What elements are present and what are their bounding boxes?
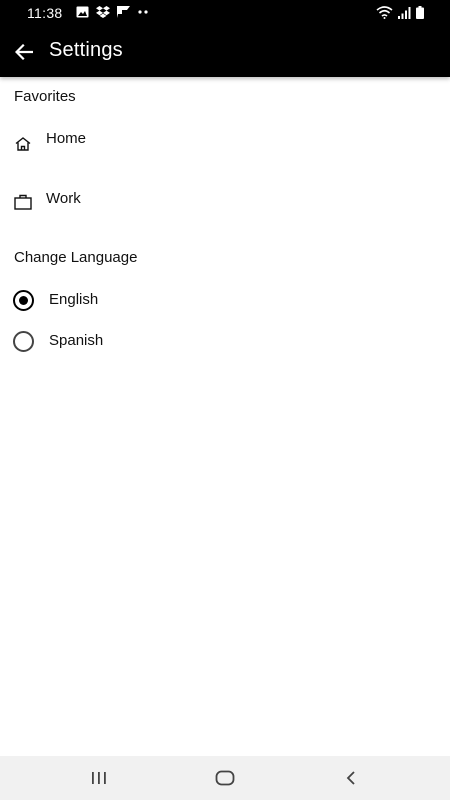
favorite-label-work: Work [46, 190, 81, 207]
recent-apps-icon [92, 772, 106, 784]
system-icons [376, 6, 424, 19]
system-navigation-bar [0, 756, 450, 800]
notification-icons [76, 6, 149, 18]
signal-icon [398, 6, 411, 19]
favorite-item-work[interactable]: Work [0, 180, 450, 224]
language-label-spanish: Spanish [49, 332, 104, 349]
dropbox-icon [96, 6, 110, 18]
radio-dot [19, 296, 28, 305]
favorite-item-home[interactable]: Home [0, 120, 450, 164]
language-option-english[interactable]: English [0, 282, 450, 318]
briefcase-icon [14, 194, 32, 210]
home-button[interactable] [210, 766, 240, 790]
arrow-back-icon [15, 44, 33, 60]
wifi-icon [376, 6, 393, 19]
favorite-label-home: Home [46, 130, 87, 147]
flipboard-icon [117, 6, 130, 18]
status-bar: 11:38 [0, 0, 450, 26]
back-button[interactable] [11, 39, 37, 65]
nav-back-button[interactable] [336, 766, 366, 790]
home-icon [15, 137, 31, 151]
status-time: 11:38 [27, 5, 63, 21]
battery-icon [416, 6, 424, 19]
language-section-title: Change Language [14, 249, 138, 266]
page-title: Settings [49, 39, 123, 61]
app-bar: Settings [0, 26, 450, 77]
gallery-icon [76, 6, 89, 18]
radio-button-checked[interactable] [13, 290, 34, 311]
radio-button-unchecked[interactable] [13, 331, 34, 352]
language-option-spanish[interactable]: Spanish [0, 323, 450, 359]
home-circle-icon [215, 770, 235, 786]
recent-apps-button[interactable] [84, 766, 114, 790]
language-label-english: English [49, 291, 99, 308]
back-chevron-icon [346, 771, 355, 785]
more-dots-icon [138, 10, 148, 14]
favorites-section-title: Favorites [14, 88, 76, 105]
